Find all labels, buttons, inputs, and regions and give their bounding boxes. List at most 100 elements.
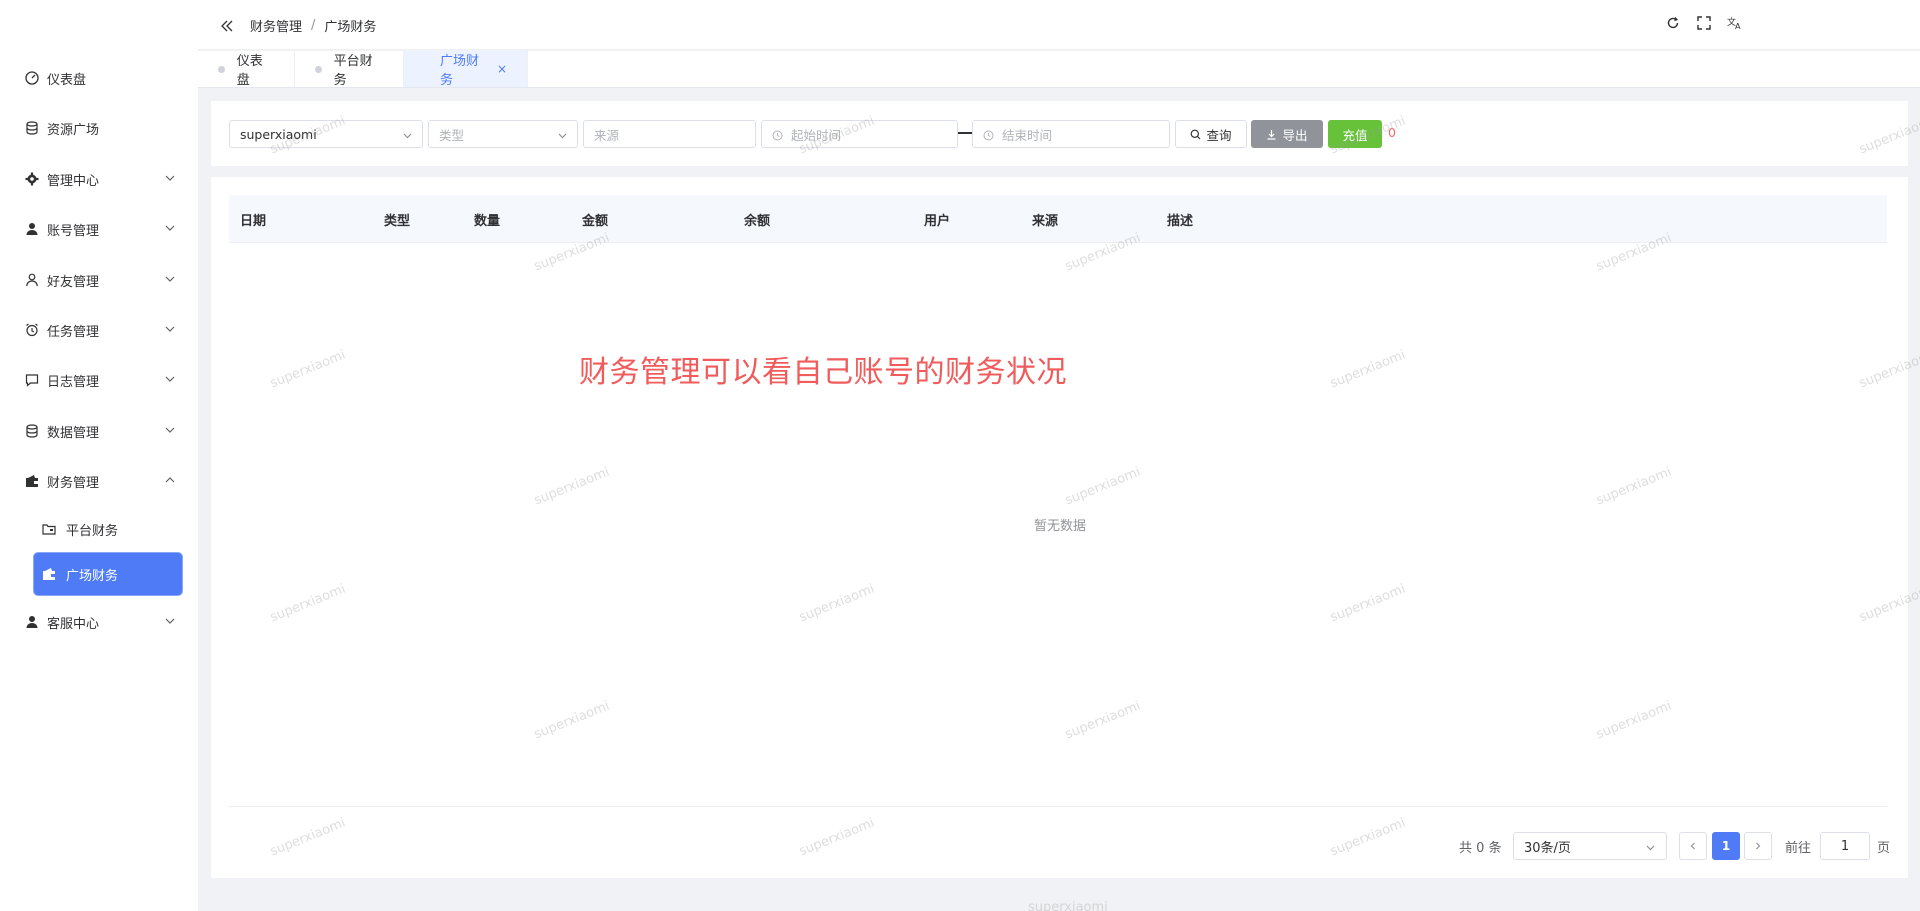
tab-bar: 仪表盘 平台财务 广场财务 × xyxy=(198,51,1920,88)
dashboard-icon xyxy=(24,70,40,86)
column-header-amount[interactable]: 金额 xyxy=(582,210,608,229)
table-bottom-divider xyxy=(229,806,1887,807)
top-header: 财务管理 / 广场财务 文A xyxy=(198,0,1920,50)
sidebar-item-data-management[interactable]: 数据管理 xyxy=(0,409,198,453)
svg-text:A: A xyxy=(1735,22,1741,30)
column-header-date[interactable]: 日期 xyxy=(240,210,266,229)
chevron-down-icon xyxy=(164,323,178,337)
header-actions: 文A xyxy=(1664,14,1743,31)
range-separator xyxy=(958,132,972,134)
sidebar-item-label: 好友管理 xyxy=(47,274,100,290)
wallet-icon xyxy=(42,566,58,582)
tab-label: 仪表盘 xyxy=(236,54,263,88)
watermark-text: superxiaomi xyxy=(1028,900,1108,911)
column-header-balance[interactable]: 余额 xyxy=(744,210,770,229)
column-header-description[interactable]: 描述 xyxy=(1167,210,1193,229)
clock-icon xyxy=(983,129,994,140)
pagination-total: 共 0 条 xyxy=(1459,840,1502,856)
goto-page-input[interactable]: 1 xyxy=(1820,832,1870,860)
sidebar-item-resource-square[interactable]: 资源广场 xyxy=(0,106,198,150)
folder-icon xyxy=(42,521,58,537)
tab-platform-finance[interactable]: 平台财务 xyxy=(295,51,404,88)
tab-square-finance[interactable]: 广场财务 × xyxy=(404,51,528,88)
query-button-label: 查询 xyxy=(1206,127,1232,143)
translate-icon[interactable]: 文A xyxy=(1726,14,1743,31)
sidebar-subitem-label: 广场财务 xyxy=(66,568,119,584)
sidebar-item-management-center[interactable]: 管理中心 xyxy=(0,157,198,201)
recharge-button[interactable]: 充值 xyxy=(1328,120,1382,148)
sidebar-subitem-platform-finance[interactable]: 平台财务 xyxy=(34,508,182,550)
source-input[interactable]: 来源 xyxy=(583,120,756,148)
breadcrumb-item-current: 广场财务 xyxy=(324,20,377,35)
user-solid-icon xyxy=(24,221,40,237)
sidebar-item-account-management[interactable]: 账号管理 xyxy=(0,207,198,251)
sidebar-item-label: 资源广场 xyxy=(47,122,100,138)
prev-page-button[interactable] xyxy=(1679,832,1707,860)
tab-label: 平台财务 xyxy=(333,54,373,88)
chevron-up-icon xyxy=(164,474,178,488)
page-number-current[interactable]: 1 xyxy=(1712,832,1740,860)
sidebar-item-dashboard[interactable]: 仪表盘 xyxy=(0,56,198,100)
end-time-picker[interactable]: 结束时间 xyxy=(972,120,1170,148)
page-unit-label: 页 xyxy=(1877,840,1891,856)
start-time-picker[interactable]: 起始时间 xyxy=(761,120,958,148)
export-button-label: 导出 xyxy=(1282,127,1308,143)
sidebar-item-friend-management[interactable]: 好友管理 xyxy=(0,258,198,302)
sidebar-item-log-management[interactable]: 日志管理 xyxy=(0,358,198,402)
column-header-user[interactable]: 用户 xyxy=(924,210,950,229)
sidebar-item-label: 财务管理 xyxy=(47,475,100,491)
query-button[interactable]: 查询 xyxy=(1175,120,1247,148)
next-page-button[interactable] xyxy=(1744,832,1772,860)
sidebar-item-task-management[interactable]: 任务管理 xyxy=(0,308,198,352)
fullscreen-icon[interactable] xyxy=(1695,14,1712,31)
tab-dot xyxy=(218,65,225,73)
page-size-value: 30条/页 xyxy=(1524,840,1571,856)
search-icon xyxy=(1190,129,1201,140)
page-size-select[interactable]: 30条/页 xyxy=(1513,832,1667,860)
column-header-source[interactable]: 来源 xyxy=(1032,210,1058,229)
download-icon xyxy=(1266,129,1277,140)
sidebar-item-finance-management[interactable]: 财务管理 xyxy=(0,459,198,503)
sidebar-item-label: 仪表盘 xyxy=(47,72,87,88)
chevron-down-icon xyxy=(164,424,178,438)
database-icon xyxy=(24,120,40,136)
account-select[interactable]: superxiaomi xyxy=(229,120,423,148)
clock-icon xyxy=(772,129,783,140)
tab-dashboard[interactable]: 仪表盘 xyxy=(198,51,295,88)
chevron-down-icon xyxy=(164,373,178,387)
chevron-down-icon xyxy=(164,273,178,287)
wallet-icon xyxy=(24,473,40,489)
sidebar: 仪表盘 资源广场 管理中心 账号管理 好友管理 任务管理 日志管理 数据管理 财… xyxy=(0,0,198,911)
type-select[interactable]: 类型 xyxy=(428,120,578,148)
sidebar-item-customer-service[interactable]: 客服中心 xyxy=(0,600,198,644)
gear-icon xyxy=(24,171,40,187)
chevron-down-icon xyxy=(402,129,413,140)
sidebar-item-label: 日志管理 xyxy=(47,374,100,390)
table-header: 日期 类型 数量 金额 余额 用户 来源 描述 xyxy=(229,195,1887,243)
start-time-placeholder: 起始时间 xyxy=(791,127,842,143)
sidebar-item-label: 任务管理 xyxy=(47,324,100,340)
chevron-left-icon xyxy=(1688,841,1698,851)
tab-dot xyxy=(315,65,322,73)
sidebar-item-label: 账号管理 xyxy=(47,223,100,239)
export-button[interactable]: 导出 xyxy=(1251,120,1323,148)
recharge-button-label: 充值 xyxy=(1342,127,1368,143)
chevron-right-icon xyxy=(1753,841,1763,851)
sidebar-item-label: 管理中心 xyxy=(47,173,100,189)
column-header-type[interactable]: 类型 xyxy=(384,210,410,229)
chevron-down-icon xyxy=(164,172,178,186)
user-solid-icon xyxy=(24,614,40,630)
chat-bubble-icon xyxy=(24,372,40,388)
sidebar-item-label: 客服中心 xyxy=(47,616,100,632)
empty-state-text: 暂无数据 xyxy=(1034,519,1087,534)
chevron-down-icon xyxy=(164,222,178,236)
column-header-quantity[interactable]: 数量 xyxy=(474,210,500,229)
collapse-sidebar-icon[interactable] xyxy=(220,19,236,33)
close-icon[interactable]: × xyxy=(497,62,507,76)
breadcrumb-item[interactable]: 财务管理 xyxy=(250,16,302,35)
refresh-icon[interactable] xyxy=(1664,14,1681,31)
chevron-down-icon xyxy=(557,129,568,140)
annotation-text: 财务管理可以看自己账号的财务状况 xyxy=(579,355,1067,390)
account-select-value: superxiaomi xyxy=(240,126,317,142)
sidebar-subitem-square-finance[interactable]: 广场财务 xyxy=(34,553,182,595)
